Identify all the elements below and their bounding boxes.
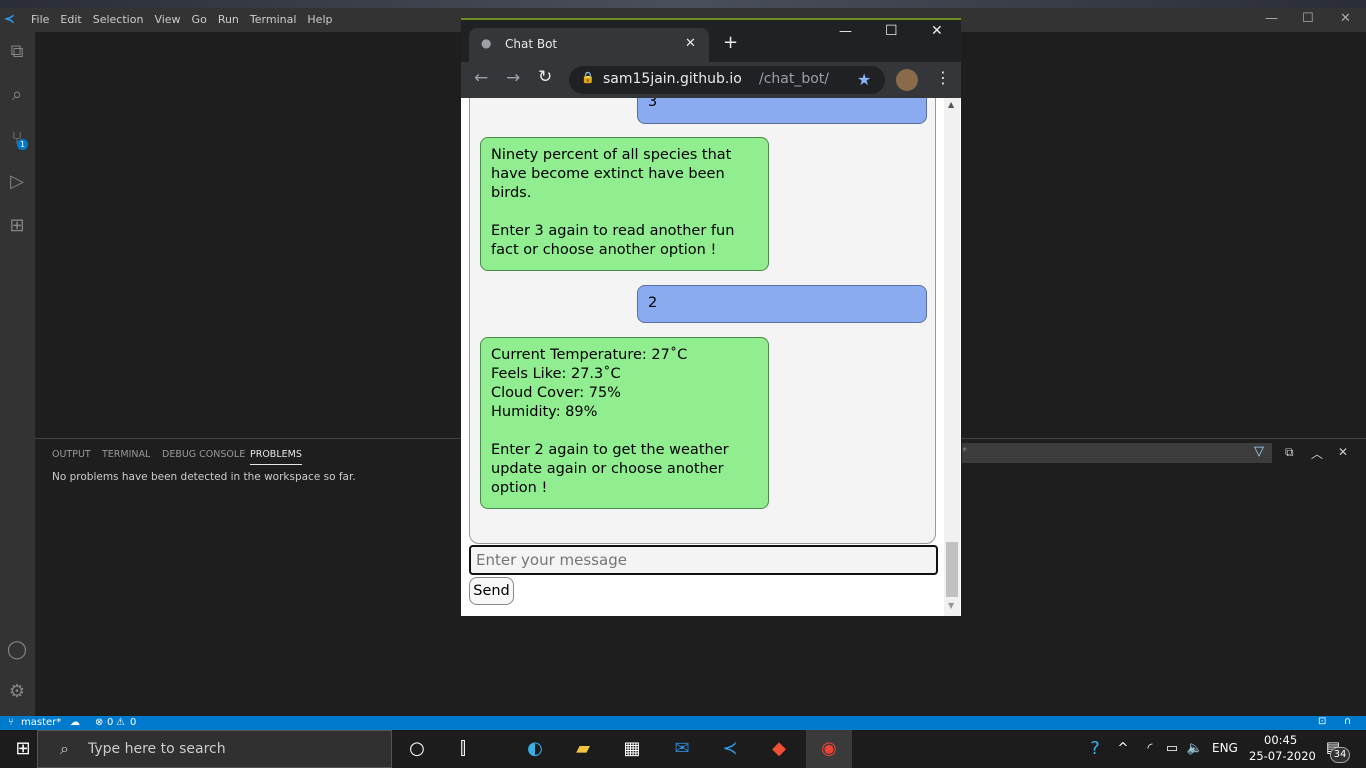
warning-count[interactable]: 0 [130, 717, 136, 728]
back-icon[interactable]: ← [474, 68, 488, 88]
maximize-icon[interactable]: ☐ [1302, 11, 1314, 26]
menu-view[interactable]: View [154, 13, 180, 26]
menu-dots-icon[interactable]: ⋮ [935, 68, 951, 87]
search-placeholder: Type here to search [88, 741, 226, 757]
menu-bar: File Edit Selection View Go Run Terminal… [31, 13, 343, 26]
page-content: 3 Ninety percent of all species that hav… [461, 98, 961, 616]
menu-selection[interactable]: Selection [93, 13, 144, 26]
message-input[interactable] [469, 545, 938, 575]
send-button[interactable]: Send [469, 577, 514, 605]
bookmark-star-icon[interactable]: ★ [857, 70, 871, 89]
warning-icon: ⚠ [116, 717, 125, 728]
minimize-icon[interactable]: — [839, 24, 852, 39]
error-count[interactable]: 0 [107, 717, 113, 728]
toolbar: ← → ↻ 🔒 sam15jain.github.io /chat_bot/ ★… [461, 62, 961, 98]
bell-icon[interactable]: ∩ [1344, 716, 1351, 727]
menu-run[interactable]: Run [218, 13, 239, 26]
search-icon: ⌕ [60, 739, 69, 758]
file-explorer-icon[interactable]: ▰ [568, 738, 598, 759]
profile-avatar[interactable] [896, 69, 918, 91]
task-view-icon[interactable]: ⫿ [448, 738, 478, 759]
forward-icon[interactable]: → [506, 68, 520, 88]
filter-value: * [962, 446, 967, 457]
branch-icon: ⑂ [8, 717, 14, 728]
menu-go[interactable]: Go [192, 13, 207, 26]
globe-icon: ● [481, 36, 492, 50]
status-bar: ⑂ master* ☁ ⊗ 0 ⚠ 0 ⊡ ∩ [0, 716, 1366, 730]
menu-terminal[interactable]: Terminal [250, 13, 297, 26]
vscode-logo-icon: ≺ [4, 12, 15, 27]
branch-name[interactable]: master* [21, 717, 61, 728]
problems-message: No problems have been detected in the wo… [52, 471, 356, 483]
extensions-icon[interactable]: ⊞ [5, 214, 29, 238]
user-message: 2 [637, 285, 927, 323]
user-message: 3 [637, 98, 927, 124]
feedback-icon[interactable]: ⊡ [1318, 716, 1326, 727]
close-panel-icon[interactable]: ✕ [1338, 445, 1348, 459]
tab-title: Chat Bot [505, 37, 558, 51]
bot-message: Current Temperature: 27˚C Feels Like: 27… [480, 337, 769, 509]
collapse-all-icon[interactable]: ⧉ [1285, 445, 1294, 460]
gear-icon[interactable]: ⚙ [5, 680, 29, 704]
reload-icon[interactable]: ↻ [538, 67, 552, 87]
chevron-up-icon[interactable]: ︿ [1311, 445, 1323, 462]
bot-message: Ninety percent of all species that have … [480, 137, 769, 271]
notification-count: 34 [1330, 747, 1350, 763]
close-icon[interactable]: ✕ [1340, 11, 1351, 26]
language-indicator[interactable]: ENG [1212, 741, 1238, 755]
tab-problems[interactable]: PROBLEMS [250, 449, 302, 465]
git-icon[interactable]: ◆ [764, 738, 794, 759]
account-icon[interactable]: ◯ [5, 638, 29, 662]
close-window-icon[interactable]: ✕ [931, 23, 943, 39]
chrome-taskbar-icon[interactable]: ◉ [806, 730, 852, 768]
edge-icon[interactable]: ◐ [520, 738, 550, 759]
desktop-wallpaper [0, 0, 1366, 8]
scrollbar-thumb[interactable] [946, 542, 958, 597]
new-tab-icon[interactable]: + [723, 32, 738, 53]
url-host: sam15jain.github.io [603, 71, 742, 87]
taskbar: ⊞ ⌕ Type here to search ○ ⫿ ◐ ▰ ▦ ✉ ≺ ◆ … [0, 730, 1366, 768]
sync-icon[interactable]: ☁ [70, 717, 80, 728]
problems-filter-input[interactable]: * ▽ [962, 443, 1272, 463]
url-path: /chat_bot/ [759, 71, 830, 87]
clock-date[interactable]: 25-07-2020 [1249, 749, 1316, 763]
filter-icon[interactable]: ▽ [1254, 444, 1264, 459]
tab-output[interactable]: OUTPUT [52, 449, 91, 460]
run-debug-icon[interactable]: ▷ [5, 170, 29, 194]
scm-badge: 1 [17, 139, 28, 150]
search-icon[interactable]: ⌕ [5, 83, 29, 107]
mail-icon[interactable]: ✉ [667, 738, 697, 759]
chat-log: 3 Ninety percent of all species that hav… [469, 98, 936, 544]
error-icon: ⊗ [95, 717, 104, 728]
windows-start-icon[interactable]: ⊞ [8, 738, 38, 759]
chevron-up-icon[interactable]: ^ [1108, 741, 1138, 756]
browser-tab[interactable]: ● Chat Bot ✕ [469, 28, 709, 62]
store-icon[interactable]: ▦ [617, 738, 647, 759]
explorer-icon[interactable]: ⧉ [5, 40, 29, 64]
page-scrollbar[interactable]: ▲ ▼ [944, 98, 960, 616]
taskbar-search[interactable]: ⌕ Type here to search [37, 730, 392, 768]
menu-help[interactable]: Help [307, 13, 332, 26]
tab-strip: ● Chat Bot ✕ + — ☐ ✕ [461, 20, 961, 62]
lock-icon: 🔒 [581, 71, 595, 84]
cortana-icon[interactable]: ○ [402, 738, 432, 759]
scroll-up-icon[interactable]: ▲ [948, 100, 954, 109]
vscode-taskbar-icon[interactable]: ≺ [715, 738, 745, 759]
maximize-icon[interactable]: ☐ [885, 23, 898, 39]
menu-file[interactable]: File [31, 13, 49, 26]
activity-bar: ⧉ ⌕ ⑂ ▷ ⊞ ◯ ⚙ [0, 32, 35, 716]
address-bar[interactable]: 🔒 sam15jain.github.io /chat_bot/ ★ [569, 66, 885, 94]
menu-edit[interactable]: Edit [60, 13, 81, 26]
scroll-down-icon[interactable]: ▼ [948, 601, 954, 610]
help-icon[interactable]: ? [1080, 738, 1110, 759]
close-tab-icon[interactable]: ✕ [685, 36, 696, 51]
minimize-icon[interactable]: — [1265, 11, 1278, 26]
tab-terminal[interactable]: TERMINAL [102, 449, 150, 460]
tab-debug-console[interactable]: DEBUG CONSOLE [162, 449, 245, 460]
clock-time[interactable]: 00:45 [1264, 733, 1297, 747]
chrome-window: ● Chat Bot ✕ + — ☐ ✕ ← → ↻ 🔒 sam15jain.g… [461, 18, 961, 616]
volume-icon[interactable]: 🔈 [1180, 741, 1210, 756]
